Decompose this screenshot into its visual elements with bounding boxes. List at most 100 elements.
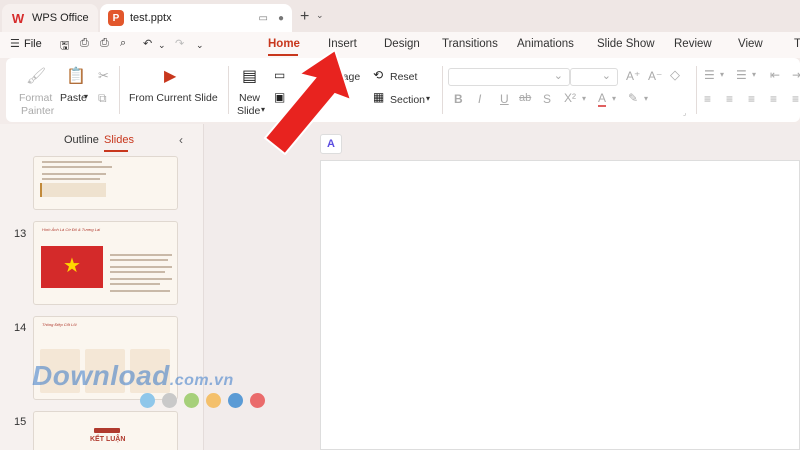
tab-slide-show[interactable]: Slide Show — [597, 38, 655, 50]
slide-number: 13 — [14, 228, 27, 240]
font-color-dropdown-icon[interactable]: ▾ — [612, 94, 616, 103]
print-icon[interactable]: ⎙ — [100, 37, 109, 50]
ribbon-divider — [442, 66, 443, 114]
decrease-font-icon[interactable]: A⁻ — [648, 69, 662, 83]
dot — [250, 393, 265, 408]
section-icon[interactable]: ▦ — [373, 90, 384, 104]
slide-thumbnail[interactable]: Hình Ảnh Lá Cờ Đỏ & Tương Lai ★ — [33, 221, 178, 305]
format-painter-label-2: Painter — [21, 105, 55, 117]
tab-label: WPS Office — [32, 12, 89, 24]
collapse-panel-icon[interactable]: ‹ — [179, 133, 183, 147]
distribute-icon[interactable]: ≡ — [792, 92, 799, 106]
flag-image: ★ — [41, 246, 103, 288]
tab-animations[interactable]: Animations — [517, 38, 574, 50]
tab-document[interactable]: P test.pptx ▭ ● — [100, 4, 292, 32]
align-left-icon[interactable]: ≡ — [704, 92, 711, 106]
numbering-dropdown-icon[interactable]: ▾ — [752, 70, 756, 79]
superscript-icon[interactable]: X² — [564, 91, 576, 105]
highlight-dropdown-icon[interactable]: ▾ — [644, 94, 648, 103]
file-menu[interactable]: File — [24, 38, 42, 50]
align-center-icon[interactable]: ≡ — [726, 92, 733, 106]
presentation-file-icon: P — [108, 10, 124, 26]
align-right-icon[interactable]: ≡ — [748, 92, 755, 106]
justify-icon[interactable]: ≡ — [770, 92, 777, 106]
current-slide[interactable] — [320, 160, 800, 450]
slide-title: Thông Điệp Cốt Lõi — [42, 322, 77, 327]
italic-icon[interactable]: I — [478, 92, 481, 106]
play-from-current-icon[interactable]: ▶ — [164, 66, 176, 86]
watermark-text: Download — [32, 360, 170, 391]
print-preview-icon[interactable]: ⌕ — [120, 37, 126, 50]
hamburger-menu-icon[interactable]: ☰ — [10, 37, 20, 50]
chevron-down-icon[interactable]: ⌄ — [316, 10, 324, 21]
superscript-dropdown-icon[interactable]: ▾ — [582, 94, 586, 103]
tab-design[interactable]: Design — [384, 38, 420, 50]
dot — [184, 393, 199, 408]
watermark-dots — [140, 393, 265, 408]
slide-title: Hình Ảnh Lá Cờ Đỏ & Tương Lai — [42, 227, 101, 232]
numbering-icon[interactable]: ☰ — [736, 68, 747, 82]
tab-view[interactable]: View — [738, 38, 763, 50]
bold-icon[interactable]: B — [454, 92, 463, 106]
font-color-icon[interactable]: A — [598, 91, 607, 107]
tab-outline[interactable]: Outline — [64, 134, 99, 146]
font-name-select[interactable] — [448, 68, 570, 86]
format-painter-icon[interactable]: 🖌 — [26, 66, 46, 86]
from-current-slide-button[interactable]: From Current Slide — [129, 92, 218, 104]
dot — [140, 393, 155, 408]
unsaved-dot-icon: ● — [277, 12, 284, 24]
slide-number: 15 — [14, 416, 27, 428]
dot — [228, 393, 243, 408]
underline-icon[interactable]: U — [500, 92, 509, 106]
redo-icon[interactable]: ↷ — [175, 37, 184, 50]
ribbon: 🖌 Format Painter 📋 Paste ▾ ✂ ⧉ ▶ From Cu… — [6, 58, 800, 122]
active-panel-tab-indicator — [104, 150, 128, 152]
ribbon-divider — [119, 66, 120, 114]
increase-font-icon[interactable]: A⁺ — [626, 69, 640, 83]
tab-wps-office[interactable]: W WPS Office — [2, 4, 98, 32]
paste-icon[interactable]: 📋 — [66, 66, 86, 86]
save-icon[interactable]: 🖫 — [60, 37, 69, 56]
paste-button[interactable]: Paste — [60, 92, 87, 104]
ribbon-divider — [696, 66, 697, 114]
annotation-arrow-icon — [263, 48, 353, 156]
tab-overflow[interactable]: T — [794, 38, 800, 50]
highlight-icon[interactable]: ✎ — [628, 91, 638, 105]
clear-format-icon[interactable]: ◇ — [670, 67, 680, 83]
monitor-icon[interactable]: ▭ — [259, 13, 268, 24]
increase-indent-icon[interactable]: ⇥ — [792, 68, 800, 82]
section-dropdown-icon[interactable]: ▾ — [426, 94, 430, 103]
bullets-dropdown-icon[interactable]: ▾ — [720, 70, 724, 79]
wps-logo-icon: W — [11, 10, 25, 26]
slide-title: KẾT LUẬN — [90, 436, 126, 443]
tab-label: test.pptx — [130, 12, 172, 24]
slide-thumbnail[interactable] — [33, 156, 178, 210]
reset-icon[interactable]: ⟲ — [373, 68, 383, 82]
shadow-icon[interactable]: S — [543, 92, 551, 106]
font-size-select[interactable] — [570, 68, 618, 86]
more-chevron-icon[interactable]: ⌄ — [196, 40, 204, 51]
tab-review[interactable]: Review — [674, 38, 712, 50]
ribbon-divider — [228, 66, 229, 114]
menu-bar: ☰ File 🖫 ⎙ ⎙ ⌕ ↶ ⌄ ↷ ⌄ Home Insert Desig… — [0, 32, 800, 58]
reset-button[interactable]: Reset — [390, 71, 417, 83]
strikethrough-icon[interactable]: ab — [519, 92, 531, 104]
new-tab-icon[interactable]: + — [300, 8, 309, 26]
format-painter-label-1: Format — [19, 92, 53, 104]
copy-icon[interactable]: ⧉ — [98, 91, 107, 106]
bullets-icon[interactable]: ☰ — [704, 68, 715, 82]
decrease-indent-icon[interactable]: ⇤ — [770, 68, 780, 82]
paste-dropdown-icon[interactable]: ▾ — [84, 92, 88, 101]
slide-thumbnail[interactable]: KẾT LUẬN — [33, 411, 178, 450]
tab-transitions[interactable]: Transitions — [442, 38, 498, 50]
dot — [206, 393, 221, 408]
tab-slides[interactable]: Slides — [104, 134, 134, 146]
undo-icon[interactable]: ↶ — [143, 37, 152, 50]
font-dialog-launcher-icon[interactable]: ⌟ — [683, 109, 686, 117]
undo-dropdown-icon[interactable]: ⌄ — [158, 40, 166, 51]
section-button[interactable]: Section — [390, 94, 425, 106]
slide-canvas[interactable]: A — [204, 124, 800, 450]
export-pdf-icon[interactable]: ⎙ — [80, 37, 89, 50]
slide-number: 14 — [14, 322, 27, 334]
cut-icon[interactable]: ✂ — [98, 68, 109, 84]
